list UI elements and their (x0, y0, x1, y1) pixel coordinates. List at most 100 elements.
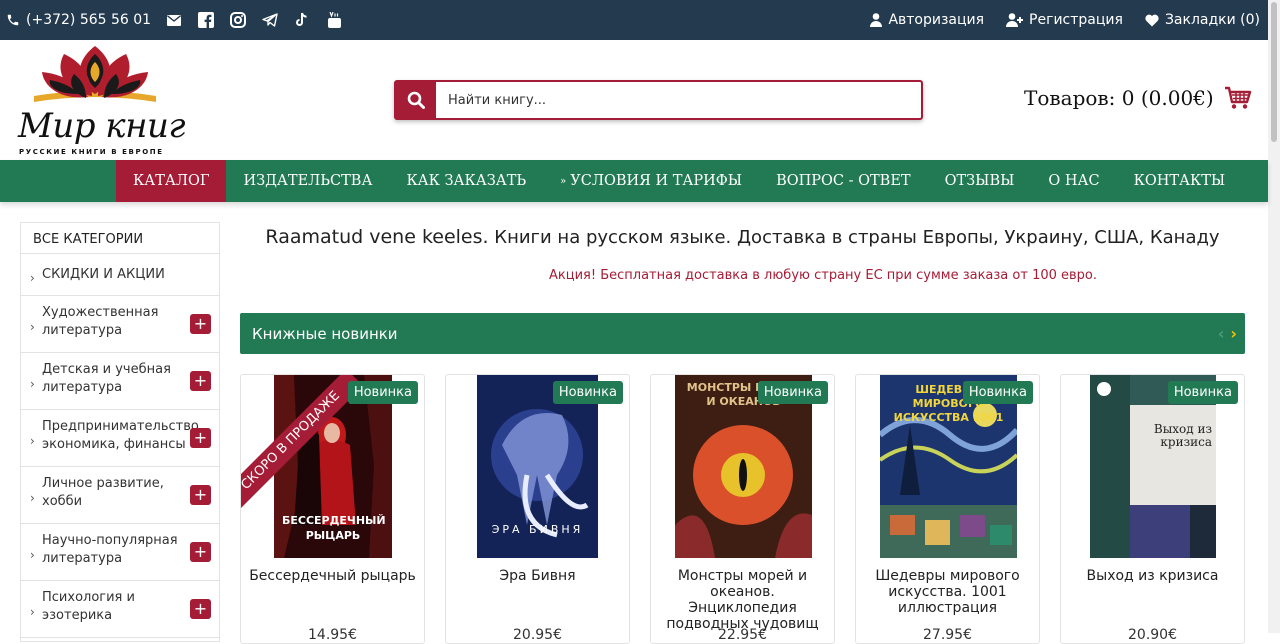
telegram-icon[interactable] (261, 11, 279, 29)
phone-link[interactable]: (+372) 565 56 01 (6, 12, 151, 28)
search-bar: Найти книгу... (394, 80, 923, 120)
search-button[interactable] (396, 82, 436, 118)
carousel-next-icon[interactable]: › (1230, 324, 1237, 343)
chevron-right-icon: › (30, 377, 35, 391)
login-label: Авторизация (888, 12, 985, 28)
cart-link[interactable]: Товаров: 0 (0.00€) (1024, 86, 1252, 110)
logo-subtitle: РУССКИЕ КНИГИ В ЕВРОПЕ (19, 148, 164, 156)
phone-number: (+372) 565 56 01 (26, 12, 152, 28)
instagram-icon[interactable] (229, 11, 247, 29)
top-bar: (+372) 565 56 01 Авторизация Регистрация… (0, 0, 1268, 40)
expand-plus-icon[interactable]: + (190, 599, 211, 619)
sidebar-item-label: Предпринимательство, экономика, финансы (42, 419, 203, 452)
sidebar-item-label: Детская и учебная литература (42, 362, 171, 395)
chevron-right-icon: › (30, 270, 35, 285)
youtube-icon[interactable] (325, 11, 343, 29)
book-cover-title: БЕССЕРДЕЧНЫЙ РЫЦАРЬ (282, 514, 386, 542)
search-icon (407, 91, 425, 109)
product-title[interactable]: Монстры морей и океанов. Энциклопедия по… (657, 568, 828, 632)
scrollbar[interactable] (1268, 0, 1280, 633)
user-icon (870, 13, 883, 27)
chevron-right-icon: › (30, 548, 35, 562)
sidebar-item-fiction[interactable]: › Художественная литература + (21, 296, 219, 353)
tiktok-icon[interactable] (293, 11, 311, 29)
nav-item-how-to-order[interactable]: КАК ЗАКАЗАТЬ (389, 160, 543, 202)
nav-item-faq[interactable]: ВОПРОС - ОТВЕТ (759, 160, 928, 202)
bookmarks-link[interactable]: Закладки (0) (1145, 12, 1260, 28)
nav-item-reviews[interactable]: ОТЗЫВЫ (928, 160, 1032, 202)
sidebar-item-sales[interactable]: › СКИДКИ И АКЦИИ (21, 254, 219, 296)
new-books-header: Книжные новинки ‹ › (240, 313, 1245, 354)
nav-item-catalog[interactable]: КАТАЛОГ (116, 160, 227, 202)
cart-icon (1224, 86, 1251, 109)
sidebar-item-children[interactable]: › Детская и учебная литература + (21, 353, 219, 410)
sidebar-item-label: Научно-популярная литература (42, 533, 178, 566)
chevron-right-icon: › (30, 491, 35, 505)
product-card[interactable]: Выход из кризиса Новинка Выход из кризис… (1060, 374, 1245, 644)
sidebar-item-label: Психология и эзотерика (42, 590, 135, 623)
main-nav: КАТАЛОГ ИЗДАТЕЛЬСТВА КАК ЗАКАЗАТЬ » УСЛО… (0, 160, 1268, 202)
section-title: Книжные новинки (252, 324, 398, 343)
sidebar-item-label: Личное развитие, хобби (42, 476, 164, 509)
scrollbar-thumb[interactable] (1271, 2, 1277, 142)
product-price: 27.95€ (923, 627, 972, 643)
logo-text: Мир книг (18, 106, 186, 146)
product-title[interactable]: Эра Бивня (452, 568, 623, 584)
product-price: 20.95€ (513, 627, 562, 643)
product-card[interactable]: БЕССЕРДЕЧНЫЙ РЫЦАРЬ СКОРО В ПРОДАЖЕ Нови… (240, 374, 425, 644)
bookmarks-label: Закладки (0) (1164, 12, 1260, 28)
chevron-right-icon: › (30, 605, 35, 619)
nav-item-publishers[interactable]: ИЗДАТЕЛЬСТВА (226, 160, 389, 202)
sidebar-item-label: СКИДКИ И АКЦИИ (42, 267, 165, 282)
product-card[interactable]: МОНСТРЫ МОРЕЙ И ОКЕАНОВ Новинка Монстры … (650, 374, 835, 644)
sidebar-item-personal[interactable]: › Личное развитие, хобби + (21, 467, 219, 524)
logo-emblem (34, 46, 156, 102)
chevron-right-icon: › (30, 434, 35, 448)
facebook-icon[interactable] (197, 11, 215, 29)
sidebar-item-label: Художественная литература (42, 305, 159, 338)
promo-banner: Акция! Бесплатная доставка в любую стран… (548, 268, 1098, 283)
product-price: 14.95€ (308, 627, 357, 643)
product-title[interactable]: Шедевры мирового искусства. 1001 иллюстр… (862, 568, 1033, 616)
nav-item-terms-label: УСЛОВИЯ И ТАРИФЫ (570, 173, 743, 189)
cart-label: Товаров: 0 (0.00€) (1024, 86, 1214, 110)
sidebar-item-psychology[interactable]: › Психология и эзотерика + (21, 581, 219, 638)
book-cover-title: Выход из кризиса (1153, 422, 1212, 449)
expand-plus-icon[interactable]: + (190, 428, 211, 448)
user-plus-icon (1006, 13, 1024, 27)
sidebar-item-business[interactable]: › Предпринимательство, экономика, финанс… (21, 410, 219, 467)
book-cover-title: ЭРА БИВНЯ (491, 523, 584, 536)
phone-icon (7, 14, 19, 26)
carousel-prev-icon[interactable]: ‹ (1218, 324, 1225, 343)
nav-item-contacts[interactable]: КОНТАКТЫ (1117, 160, 1243, 202)
new-badge: Новинка (1167, 381, 1238, 404)
product-card[interactable]: ЭРА БИВНЯ Новинка Эра Бивня 20.95€ (445, 374, 630, 644)
new-badge: Новинка (552, 381, 623, 404)
product-price: 20.90€ (1128, 627, 1177, 643)
expand-plus-icon[interactable]: + (190, 371, 211, 391)
header: Мир книг РУССКИЕ КНИГИ В ЕВРОПЕ Найти кн… (0, 40, 1268, 160)
category-sidebar: ВСЕ КАТЕГОРИИ › СКИДКИ И АКЦИИ › Художес… (20, 222, 220, 642)
expand-plus-icon[interactable]: + (190, 485, 211, 505)
sidebar-item-science[interactable]: › Научно-популярная литература + (21, 524, 219, 581)
chevron-down-icon: » (560, 175, 567, 187)
new-badge: Новинка (962, 381, 1033, 404)
heart-icon (1145, 14, 1159, 26)
nav-item-about[interactable]: О НАС (1031, 160, 1116, 202)
expand-plus-icon[interactable]: + (190, 542, 211, 562)
register-link[interactable]: Регистрация (1006, 12, 1123, 28)
expand-plus-icon[interactable]: + (190, 314, 211, 334)
product-title[interactable]: Бессердечный рыцарь (247, 568, 418, 584)
mail-icon[interactable] (165, 11, 183, 29)
search-input[interactable]: Найти книгу... (436, 82, 921, 118)
register-label: Регистрация (1029, 12, 1123, 28)
new-badge: Новинка (347, 381, 418, 404)
page-title: Raamatud vene keeles. Книги на русском я… (240, 226, 1245, 248)
new-badge: Новинка (757, 381, 828, 404)
product-title[interactable]: Выход из кризиса (1067, 568, 1238, 584)
product-card[interactable]: ШЕДЕВРЫ МИРОВОГО ИСКУССТВА 1001 Новинка … (855, 374, 1040, 644)
nav-item-terms[interactable]: » УСЛОВИЯ И ТАРИФЫ (543, 160, 759, 202)
login-link[interactable]: Авторизация (870, 12, 984, 28)
chevron-right-icon: › (30, 320, 35, 334)
sidebar-title: ВСЕ КАТЕГОРИИ (21, 223, 219, 254)
